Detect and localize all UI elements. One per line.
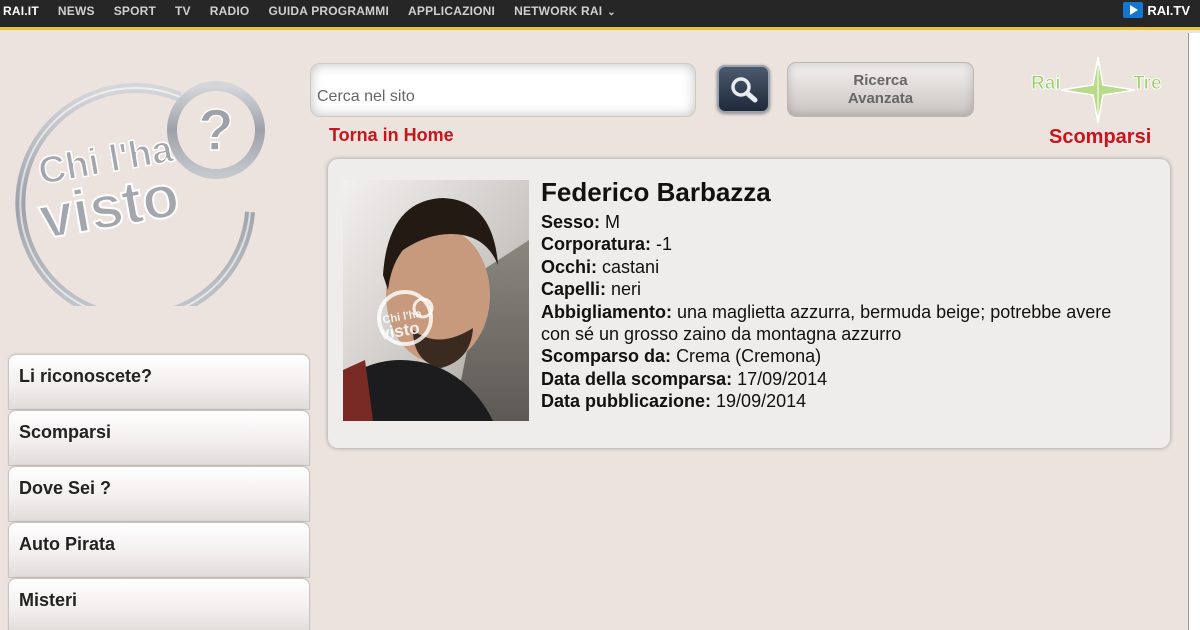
search-box <box>310 63 696 117</box>
field-value: Crema (Cremona) <box>676 346 822 367</box>
logo-question-mark: ? <box>198 98 233 163</box>
menu-item-scomparsi[interactable]: Scomparsi <box>8 410 310 466</box>
search-input[interactable] <box>317 88 687 106</box>
field-value: 17/09/2014 <box>737 368 828 389</box>
field-corporatura: Corporatura: -1 <box>541 233 1131 255</box>
field-label: Occhi: <box>541 256 598 277</box>
field-value: 19/09/2014 <box>716 391 807 412</box>
home-link[interactable]: Torna in Home <box>329 125 454 146</box>
field-abbigliamento: Abbigliamento: una maglietta azzurra, be… <box>541 301 1131 346</box>
rai-label: Rai <box>1031 73 1061 94</box>
person-name: Federico Barbazza <box>541 177 771 207</box>
menu-item-dove-sei[interactable]: Dove Sei ? <box>8 466 310 522</box>
person-photo: Chi l'ha visto <box>343 180 529 421</box>
nav-guida-programmi[interactable]: GUIDA PROGRAMMI <box>268 4 389 18</box>
field-value: castani <box>602 256 660 277</box>
field-label: Scomparso da: <box>541 346 672 367</box>
field-label: Capelli: <box>541 279 607 300</box>
menu-item-li-riconoscete[interactable]: Li riconoscete? <box>8 354 310 410</box>
person-info: Federico Barbazza Sesso: M Corporatura: … <box>541 177 1131 413</box>
advanced-search-label-2: Avanzata <box>847 89 914 107</box>
play-icon <box>1123 2 1144 18</box>
field-label: Sesso: <box>541 212 601 232</box>
advanced-search-label-1: Ricerca <box>853 71 908 89</box>
menu-item-misteri[interactable]: Misteri <box>8 578 310 630</box>
nav-sport[interactable]: SPORT <box>114 4 156 18</box>
nav-news[interactable]: NEWS <box>58 4 95 18</box>
field-label: Data della scomparsa: <box>541 368 733 389</box>
chevron-down-icon: ⌄ <box>607 7 616 18</box>
nav-network-rai-label: NETWORK RAI <box>514 4 603 18</box>
top-nav: RAI.IT NEWS SPORT TV RADIO GUIDA PROGRAM… <box>0 0 635 22</box>
advanced-search-button[interactable]: Ricerca Avanzata <box>787 62 974 117</box>
field-value: neri <box>611 279 642 300</box>
tre-label: Tre <box>1133 73 1162 94</box>
field-label: Abbigliamento: <box>541 301 672 322</box>
sidebar-menu: Li riconoscete? Scomparsi Dove Sei ? Aut… <box>8 354 310 630</box>
field-scomparso-da: Scomparso da: Crema (Cremona) <box>541 345 1131 367</box>
magnifier-icon <box>731 77 758 103</box>
window-right-edge <box>1188 33 1200 630</box>
field-occhi: Occhi: castani <box>541 256 1131 278</box>
field-capelli: Capelli: neri <box>541 278 1131 300</box>
search-button[interactable] <box>717 65 770 113</box>
field-sesso: Sesso: M <box>541 211 1131 233</box>
field-data-scomparsa: Data della scomparsa: 17/09/2014 <box>541 368 1131 390</box>
field-label: Data pubblicazione: <box>541 391 712 412</box>
rai-tre-logo[interactable]: Rai Tre <box>1025 55 1170 125</box>
top-bar: RAI.IT NEWS SPORT TV RADIO GUIDA PROGRAM… <box>0 0 1200 30</box>
nav-radio[interactable]: RADIO <box>210 4 250 18</box>
field-value: M <box>605 212 621 232</box>
nav-rai-it[interactable]: RAI.IT <box>3 4 39 18</box>
nav-network-rai[interactable]: NETWORK RAI ⌄ <box>514 4 616 18</box>
raitv-link[interactable]: RAI.TV <box>1123 2 1190 18</box>
nav-tv[interactable]: TV <box>175 4 191 18</box>
menu-item-auto-pirata[interactable]: Auto Pirata <box>8 522 310 578</box>
field-value: -1 <box>656 234 673 255</box>
section-title: Scomparsi <box>1049 126 1152 148</box>
field-label: Corporatura: <box>541 234 652 255</box>
nav-applicazioni[interactable]: APPLICAZIONI <box>408 4 495 18</box>
field-data-pubblicazione: Data pubblicazione: 19/09/2014 <box>541 390 1131 412</box>
raitv-label: RAI.TV <box>1147 2 1190 18</box>
chi-lha-visto-logo[interactable]: ? Chi l'ha visto <box>10 62 266 306</box>
